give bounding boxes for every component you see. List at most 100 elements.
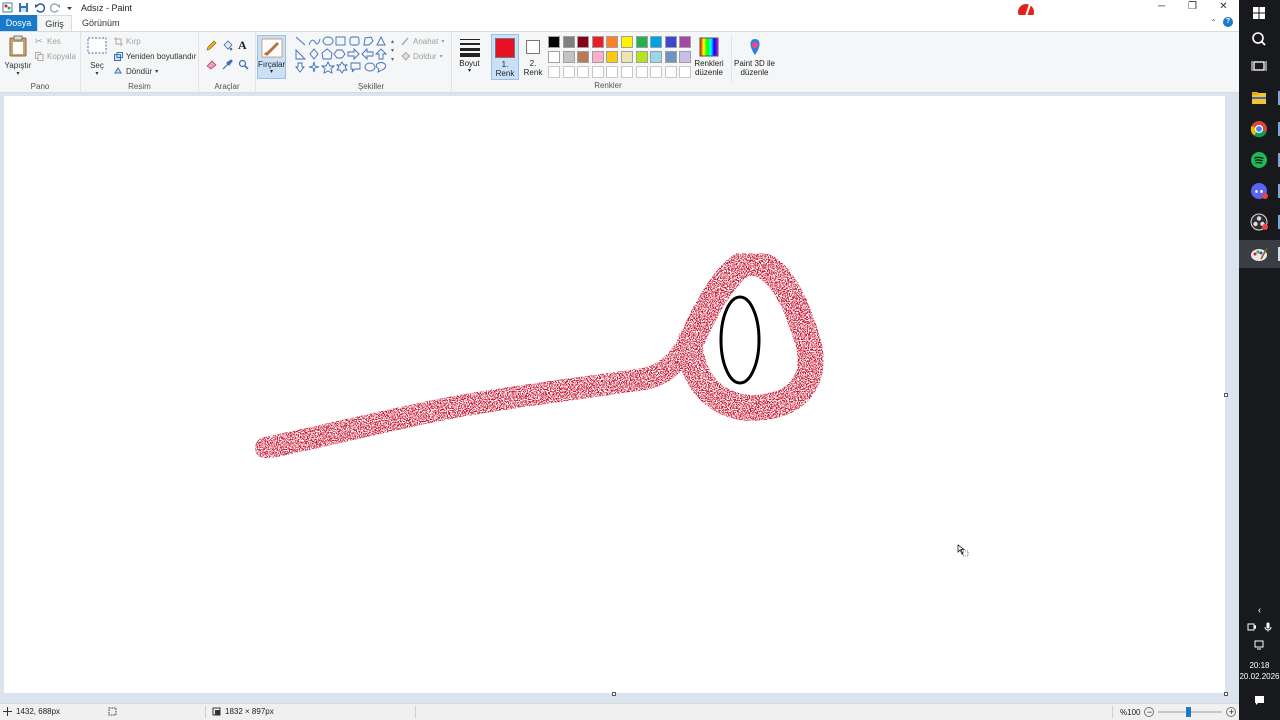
palette-color-swatch[interactable] <box>562 36 575 48</box>
palette-color-swatch[interactable] <box>548 51 560 63</box>
shapes-scroll-icon[interactable]: ▴ ▾ ▾ <box>391 38 394 65</box>
zoom-in-button[interactable]: + <box>1226 707 1237 717</box>
palette-custom-swatch[interactable] <box>562 66 575 78</box>
eraser-icon[interactable] <box>206 59 217 70</box>
palette-color-swatch[interactable] <box>591 36 604 48</box>
undo-icon[interactable] <box>34 2 45 13</box>
resize-handle-right[interactable] <box>1224 393 1228 397</box>
paint-app-icon <box>2 2 13 13</box>
palette-color-swatch[interactable] <box>577 51 590 63</box>
palette-color-swatch[interactable] <box>621 51 633 63</box>
palette-custom-swatch[interactable] <box>650 66 663 78</box>
windows-start-icon[interactable] <box>1249 3 1269 23</box>
size-button[interactable]: Boyut ▾ <box>455 35 484 79</box>
fill-label: Doldur <box>413 52 437 61</box>
close-button[interactable]: ✕ <box>1208 0 1239 15</box>
resize-button[interactable]: Yeniden boyutlandır <box>114 52 196 61</box>
palette-custom-swatch[interactable] <box>606 66 619 78</box>
clock-time[interactable]: 20:18 <box>1239 661 1280 670</box>
notifications-icon[interactable] <box>1254 695 1265 706</box>
rotate-button[interactable]: Döndür ▾ <box>114 67 158 76</box>
tab-file[interactable]: Dosya <box>0 15 37 31</box>
obs-icon[interactable] <box>1249 212 1269 232</box>
palette-color-swatch[interactable] <box>591 51 604 63</box>
select-dropdown-icon[interactable]: ▾ <box>85 70 109 77</box>
palette-custom-swatch[interactable] <box>577 66 590 78</box>
color1-label: Renk <box>495 69 515 78</box>
color2-label: Renk <box>523 68 543 77</box>
palette-custom-swatch[interactable] <box>548 66 560 78</box>
outline-label: Anahat <box>413 37 439 46</box>
help-icon[interactable]: ? <box>1223 17 1233 27</box>
palette-color-swatch[interactable] <box>635 51 648 63</box>
select-button[interactable]: Seç ▾ <box>85 35 109 77</box>
palette-custom-swatch[interactable] <box>621 66 633 78</box>
palette-color-swatch[interactable] <box>621 36 633 48</box>
paint-taskbar-item[interactable] <box>1239 240 1280 268</box>
resize-handle-bottom[interactable] <box>612 692 616 696</box>
file-explorer-icon[interactable] <box>1249 88 1269 108</box>
spotify-icon[interactable] <box>1249 150 1269 170</box>
palette-custom-swatch[interactable] <box>679 66 692 78</box>
brushes-button[interactable]: Fırçalar ▾ <box>257 35 286 79</box>
fill-bucket-icon[interactable] <box>222 40 233 51</box>
redo-icon[interactable] <box>50 2 61 13</box>
crop-button[interactable]: Kırp <box>114 37 141 46</box>
minimize-button[interactable]: ─ <box>1146 0 1177 15</box>
zoom-slider[interactable] <box>1158 707 1223 717</box>
zoom-slider-thumb[interactable] <box>1186 707 1192 717</box>
palette-color-swatch[interactable] <box>650 51 663 63</box>
network-icon[interactable] <box>1254 640 1264 650</box>
shapes-gallery[interactable] <box>295 36 393 76</box>
palette-color-swatch[interactable] <box>664 36 677 48</box>
palette-custom-swatch[interactable] <box>591 66 604 78</box>
edit-colors-button[interactable]: Renkleri düzenle <box>693 35 725 83</box>
outline-button[interactable]: Anahat ▾ <box>401 37 444 46</box>
palette-custom-swatch[interactable] <box>664 66 677 78</box>
customize-dropdown-icon[interactable] <box>66 2 73 13</box>
chrome-icon[interactable] <box>1249 119 1269 139</box>
save-icon[interactable] <box>18 2 29 13</box>
zoom-out-button[interactable]: − <box>1144 707 1155 717</box>
paste-button[interactable]: Yapıştır ▾ <box>4 35 32 77</box>
palette-color-swatch[interactable] <box>635 36 648 48</box>
collapse-ribbon-icon[interactable]: ⌃ <box>1210 18 1217 27</box>
palette-color-swatch[interactable] <box>679 36 692 48</box>
paint-icon <box>1251 247 1268 261</box>
microphone-icon[interactable] <box>1263 622 1273 632</box>
clock-date[interactable]: 20.02.2026 <box>1239 672 1280 681</box>
show-hidden-icons[interactable]: ‹ <box>1239 605 1280 616</box>
fill-button[interactable]: Doldur ▾ <box>401 52 443 61</box>
tab-view[interactable]: Görünüm <box>75 15 127 31</box>
palette-color-swatch[interactable] <box>606 36 619 48</box>
color2-button[interactable]: 2. Renk <box>520 34 546 80</box>
color1-button[interactable]: 1. Renk <box>491 34 519 80</box>
palette-color-swatch[interactable] <box>562 51 575 63</box>
maximize-button[interactable]: ❐ <box>1177 0 1208 15</box>
drawing-canvas[interactable] <box>4 96 1225 693</box>
copy-button[interactable]: Kopyala <box>35 52 76 61</box>
cut-button[interactable]: ✂ Kes <box>35 37 61 47</box>
paste-dropdown-icon[interactable]: ▾ <box>4 70 32 77</box>
copy-label: Kopyala <box>47 52 76 61</box>
text-tool-icon[interactable]: A <box>238 38 247 53</box>
color1-label-number: 1. <box>501 60 509 69</box>
magnifier-icon[interactable] <box>238 59 249 70</box>
palette-custom-swatch[interactable] <box>635 66 648 78</box>
palette-color-swatch[interactable] <box>606 51 619 63</box>
palette-color-swatch[interactable] <box>548 36 560 48</box>
palette-color-swatch[interactable] <box>577 36 590 48</box>
resize-handle-corner[interactable] <box>1224 692 1228 696</box>
task-view-icon[interactable] <box>1249 56 1269 76</box>
shapes-group-label: Şekiller <box>357 82 385 91</box>
palette-color-swatch[interactable] <box>664 51 677 63</box>
tab-home[interactable]: Giriş <box>37 15 72 31</box>
color-picker-icon[interactable] <box>222 59 233 70</box>
camera-icon[interactable] <box>1247 622 1257 632</box>
paint3d-button[interactable]: Paint 3D ile düzenle <box>731 35 777 83</box>
pencil-icon[interactable] <box>206 40 217 51</box>
search-icon[interactable] <box>1249 30 1269 50</box>
palette-color-swatch[interactable] <box>679 51 692 63</box>
palette-color-swatch[interactable] <box>650 36 663 48</box>
discord-icon[interactable] <box>1249 181 1269 201</box>
